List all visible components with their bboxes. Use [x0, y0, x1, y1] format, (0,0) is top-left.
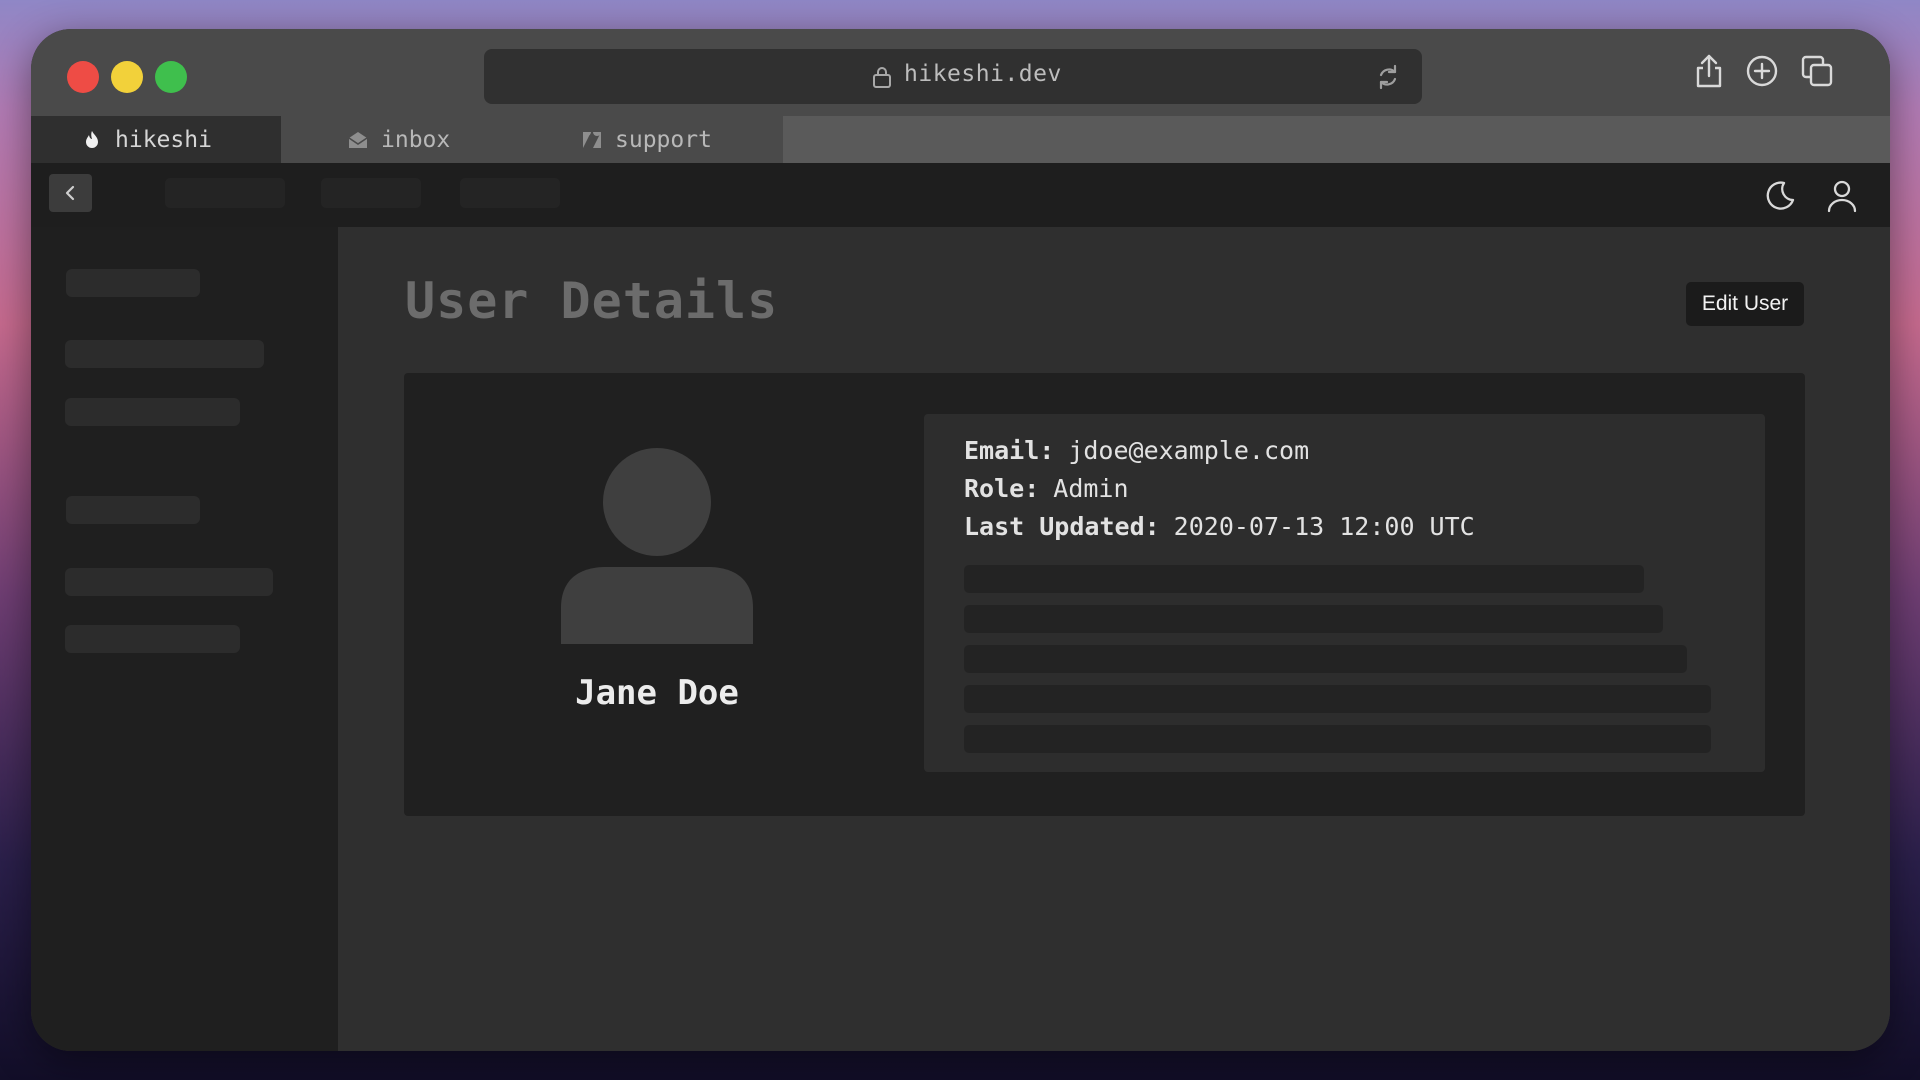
last-updated-value: 2020-07-13 12:00 UTC [1173, 512, 1475, 541]
nav-link-placeholder[interactable] [321, 178, 421, 208]
nav-link-placeholder[interactable] [460, 178, 560, 208]
moon-icon[interactable] [1762, 179, 1796, 213]
tab-label: inbox [381, 126, 451, 153]
back-icon [65, 185, 74, 201]
role-row: Role: Admin [964, 474, 1129, 503]
text-line-placeholder [964, 685, 1711, 713]
zendesk-icon [583, 131, 601, 148]
close-window-button[interactable] [67, 61, 99, 93]
sidebar-item-placeholder[interactable] [66, 269, 200, 297]
text-line-placeholder [964, 725, 1711, 753]
share-icon[interactable] [1691, 52, 1727, 90]
tab-bar: hikeshi inbox support [31, 116, 1890, 163]
app-header [31, 163, 1890, 227]
role-label: Role: [964, 474, 1040, 503]
flame-icon [86, 130, 98, 148]
email-row: Email: jdoe@example.com [964, 436, 1309, 465]
nav-link-placeholder[interactable] [165, 178, 285, 208]
text-line-placeholder [964, 605, 1663, 633]
sidebar-item-placeholder[interactable] [65, 340, 264, 368]
reload-icon[interactable] [1374, 63, 1402, 91]
tab-strip-empty [783, 116, 1890, 163]
tab-label: support [615, 126, 712, 153]
address-bar[interactable]: hikeshi.dev [484, 49, 1422, 104]
user-name: Jane Doe [575, 673, 739, 713]
tabs-overview-icon[interactable] [1799, 52, 1835, 90]
tab-inbox[interactable]: inbox [281, 116, 531, 163]
mail-icon [348, 131, 368, 148]
sidebar [31, 227, 338, 1051]
tab-label: hikeshi [115, 126, 212, 153]
back-button[interactable] [49, 174, 92, 212]
avatar-icon [561, 448, 753, 644]
user-card: Jane Doe Email: jdoe@example.com Role: Adm… [404, 373, 1805, 816]
text-line-placeholder [964, 565, 1644, 593]
user-info-panel: Email: jdoe@example.com Role: Admin Last U… [924, 414, 1765, 772]
sidebar-item-placeholder[interactable] [66, 496, 200, 524]
email-label: Email: [964, 436, 1055, 465]
maximize-window-button[interactable] [155, 61, 187, 93]
last-updated-row: Last Updated: 2020-07-13 12:00 UTC [964, 512, 1475, 541]
page-title: User Details [405, 272, 779, 330]
sidebar-item-placeholder[interactable] [65, 568, 273, 596]
email-value: jdoe@example.com [1068, 436, 1310, 465]
main-content: User Details Edit User Jane Doe Email: jd… [338, 227, 1890, 1051]
lock-icon [873, 67, 891, 88]
edit-user-button[interactable]: Edit User [1686, 282, 1804, 326]
tab-hikeshi[interactable]: hikeshi [31, 116, 281, 163]
sidebar-item-placeholder[interactable] [65, 625, 240, 653]
url-text: hikeshi.dev [904, 61, 1062, 87]
text-line-placeholder [964, 645, 1687, 673]
user-icon[interactable] [1825, 179, 1859, 213]
minimize-window-button[interactable] [111, 61, 143, 93]
title-bar: hikeshi.dev [31, 29, 1890, 116]
sidebar-item-placeholder[interactable] [65, 398, 240, 426]
new-tab-icon[interactable] [1744, 52, 1780, 90]
browser-window: hikeshi.dev hikeshi inbox support User D… [31, 29, 1890, 1051]
role-value: Admin [1053, 474, 1129, 503]
tab-support[interactable]: support [531, 116, 783, 163]
last-updated-label: Last Updated: [964, 512, 1160, 541]
